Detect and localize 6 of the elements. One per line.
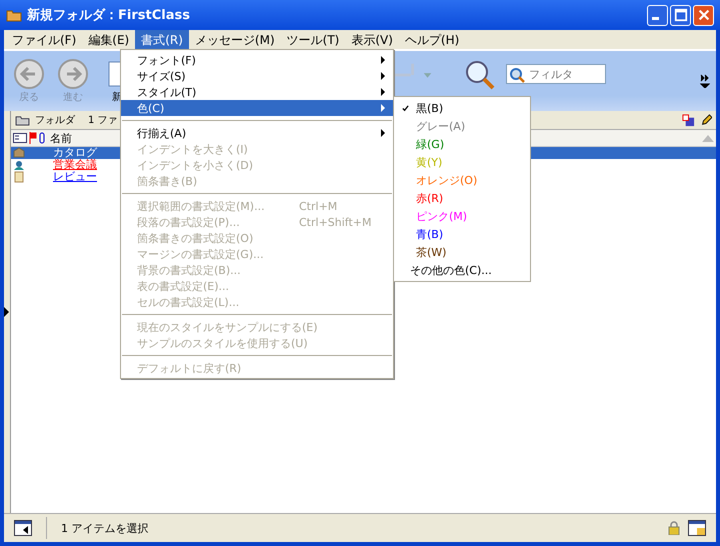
shortcut-text: Ctrl+M [299, 200, 338, 212]
folder-label: フォルダ [35, 114, 75, 127]
status-text: 1 アイテムを選択 [61, 520, 148, 536]
shortcut-text: Ctrl+Shift+M [299, 216, 372, 228]
window-title: 新規フォルダ：FirstClass [27, 6, 190, 24]
file-count: 1 ファ [88, 114, 118, 127]
